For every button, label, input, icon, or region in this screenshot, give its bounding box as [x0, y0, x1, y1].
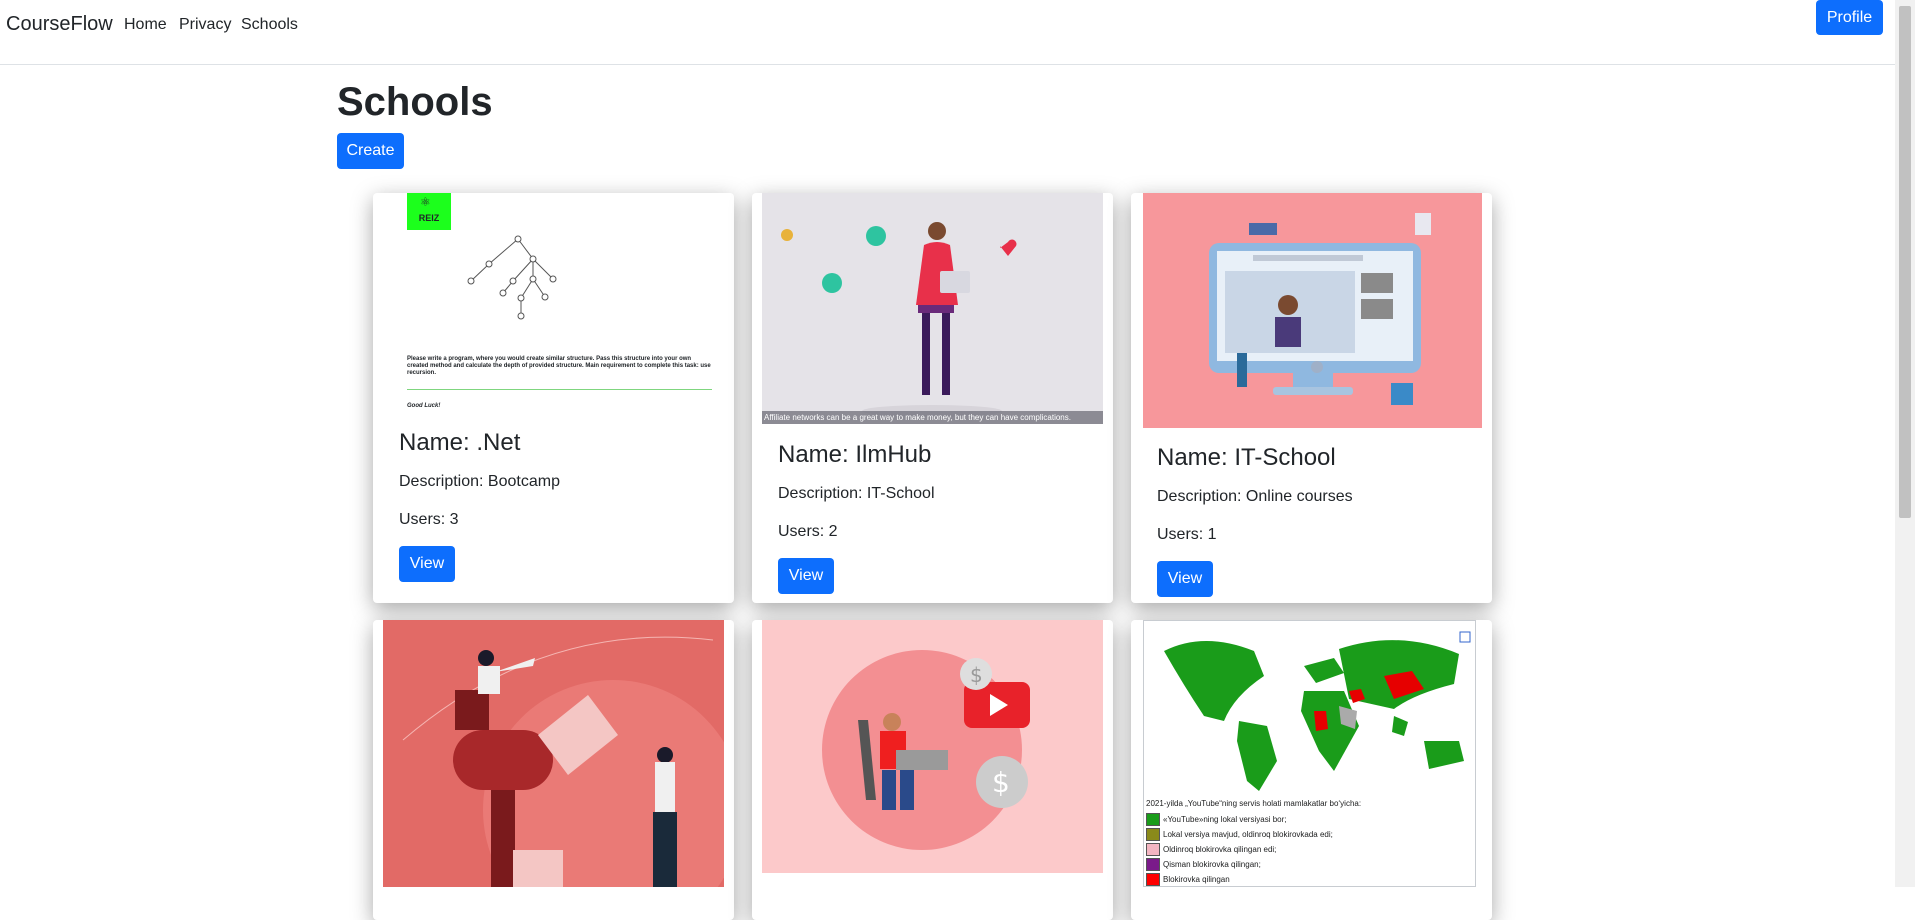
- legend-swatch: [1146, 873, 1160, 886]
- legend-swatch: [1146, 843, 1160, 856]
- school-name: Name: IT-School: [1157, 444, 1336, 471]
- illustration-man-laptop: [781, 222, 1017, 417]
- task-text: Please write a program, where you would …: [407, 356, 711, 376]
- school-card-image: $ $: [762, 620, 1103, 873]
- map-legend: «YouTube»ning lokal versiyasi bor; Lokal…: [1146, 812, 1333, 886]
- illustration-mailbox: [402, 636, 724, 887]
- good-luck-text: Good Luck!: [407, 403, 441, 409]
- nav-link-schools[interactable]: Schools: [241, 16, 298, 34]
- legend-label: Lokal versiya mavjud, oldinroq blokirovk…: [1163, 830, 1333, 839]
- view-button[interactable]: View: [1157, 561, 1213, 597]
- legend-swatch: [1146, 828, 1160, 841]
- school-card-image: [1143, 193, 1482, 428]
- map-title: 2021-yilda „YouTube“ning servis holati m…: [1146, 799, 1362, 808]
- world-map: [1144, 621, 1475, 797]
- view-button[interactable]: View: [399, 546, 455, 582]
- brand-link[interactable]: CourseFlow: [6, 13, 113, 36]
- legend-item: «YouTube»ning lokal versiyasi bor;: [1146, 812, 1333, 827]
- legend-item: Lokal versiya mavjud, oldinroq blokirovk…: [1146, 827, 1333, 842]
- school-description: Description: IT-School: [778, 485, 935, 502]
- scrollbar-thumb[interactable]: [1899, 6, 1911, 518]
- legend-swatch: [1146, 813, 1160, 826]
- svg-text:$: $: [992, 766, 1010, 799]
- school-card: 2021-yilda „YouTube“ning servis holati m…: [1131, 620, 1492, 920]
- image-caption: Affiliate networks can be a great way to…: [762, 411, 1103, 424]
- page-title: Schools: [337, 80, 493, 124]
- school-card: Affiliate networks can be a great way to…: [752, 193, 1113, 603]
- school-description: Description: Bootcamp: [399, 473, 560, 490]
- legend-label: Qisman blokirovka qilingan;: [1163, 860, 1261, 869]
- divider-line: [407, 389, 712, 390]
- school-card-image: ⚛ REIZ Please write a program, where you…: [383, 193, 723, 415]
- view-button[interactable]: View: [778, 558, 834, 594]
- illustration-online-monitor: [1209, 213, 1431, 405]
- school-card: $ $: [752, 620, 1113, 920]
- legend-label: Blokirovka qilingan: [1163, 875, 1230, 884]
- reiz-logo: ⚛ REIZ: [407, 193, 451, 230]
- legend-swatch: [1146, 858, 1160, 871]
- school-users: Users: 2: [778, 523, 838, 540]
- legend-item: Oldinroq blokirovka qilingan edi;: [1146, 842, 1333, 857]
- school-card: ⚛ REIZ Please write a program, where you…: [373, 193, 734, 603]
- legend-item: Qisman blokirovka qilingan;: [1146, 857, 1333, 872]
- school-users: Users: 1: [1157, 526, 1217, 543]
- card-body: Name: IT-School Description: Online cour…: [1157, 444, 1482, 597]
- logo-text: REIZ: [418, 213, 440, 223]
- school-card-image: 2021-yilda „YouTube“ning servis holati m…: [1143, 620, 1476, 887]
- school-users: Users: 3: [399, 511, 459, 528]
- card-body: Name: .Net Description: Bootcamp Users: …: [399, 429, 724, 582]
- school-name: Name: IlmHub: [778, 441, 932, 468]
- legend-item: Blokirovka qilingan: [1146, 872, 1333, 886]
- nav-link-home[interactable]: Home: [124, 16, 167, 34]
- card-body: Name: IlmHub Description: IT-School User…: [778, 441, 1103, 594]
- school-card-image: [383, 620, 724, 887]
- illustration-youtube-money: $ $: [822, 650, 1030, 850]
- svg-text:$: $: [970, 663, 983, 687]
- nav-link-privacy[interactable]: Privacy: [179, 16, 231, 34]
- legend-label: Oldinroq blokirovka qilingan edi;: [1163, 845, 1277, 854]
- school-card-image: Affiliate networks can be a great way to…: [762, 193, 1103, 424]
- school-card: Name: IT-School Description: Online cour…: [1131, 193, 1492, 603]
- school-description: Description: Online courses: [1157, 488, 1353, 505]
- create-button[interactable]: Create: [337, 133, 404, 169]
- school-card: [373, 620, 734, 920]
- legend-label: «YouTube»ning lokal versiyasi bor;: [1163, 815, 1287, 824]
- school-name: Name: .Net: [399, 429, 521, 456]
- logo-mark-icon: ⚛: [420, 195, 431, 209]
- profile-button[interactable]: Profile: [1816, 0, 1883, 35]
- navbar: CourseFlow Home Privacy Schools Profile: [0, 0, 1895, 65]
